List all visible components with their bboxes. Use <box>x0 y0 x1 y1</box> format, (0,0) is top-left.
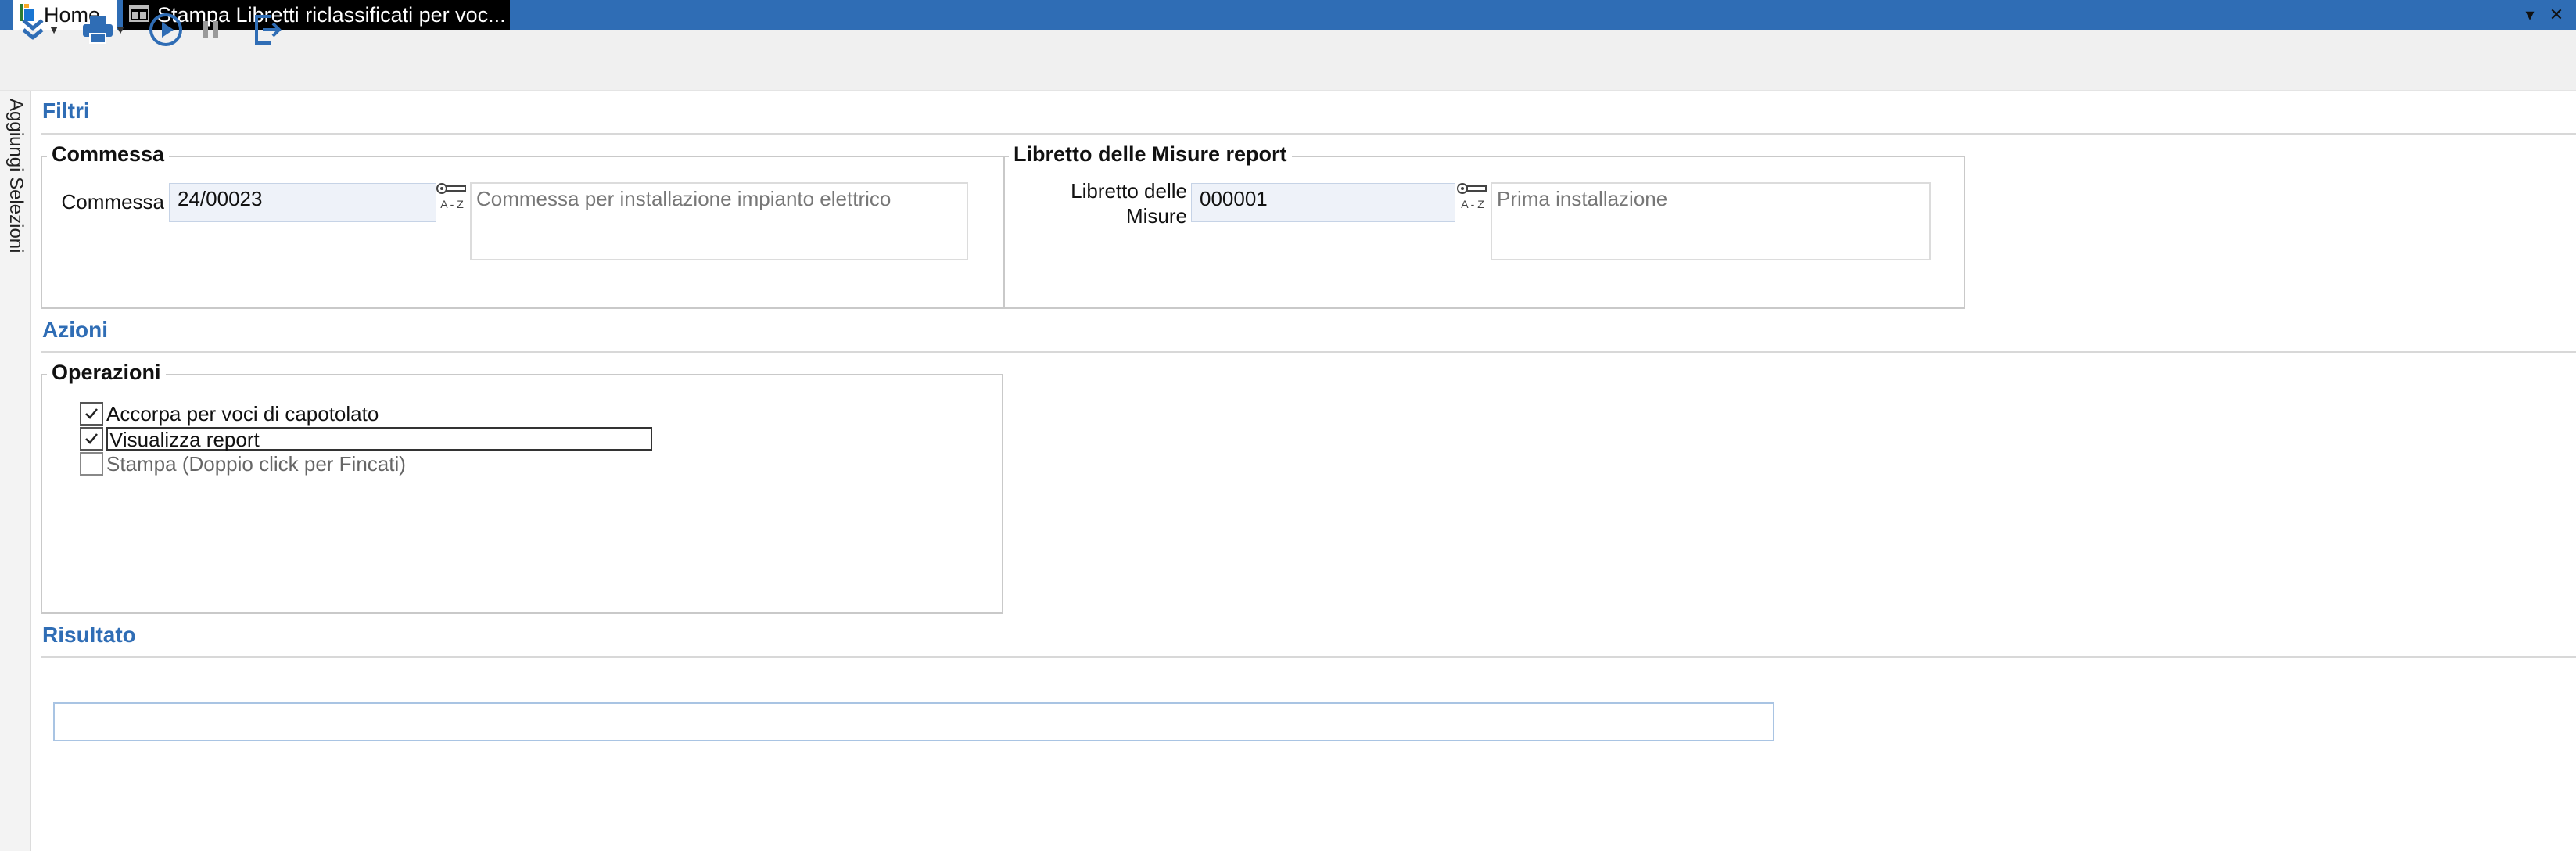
print-icon <box>83 16 113 44</box>
lookup-az-label: A - Z <box>1461 198 1484 210</box>
operazioni-group-title: Operazioni <box>47 361 166 385</box>
option-stampa[interactable]: Stampa (Doppio click per Fincati) <box>80 452 658 476</box>
libretto-label-line2: Misure <box>1125 204 1187 228</box>
risultato-field[interactable] <box>53 702 1774 741</box>
pause-button[interactable] <box>192 11 228 48</box>
commessa-label: Commessa <box>61 190 164 214</box>
print-button[interactable]: ▼ <box>74 11 133 48</box>
option-visualizza-report[interactable]: Visualizza report <box>80 427 652 451</box>
visualizza-checkbox[interactable] <box>80 427 103 451</box>
pause-icon <box>203 21 218 38</box>
chevron-down-icon: ▾ <box>2525 5 2535 24</box>
libretto-label: Libretto delle Misure <box>1040 178 1187 228</box>
lookup-key-icon[interactable]: A - Z <box>1454 181 1491 217</box>
libretto-description: Prima installazione <box>1491 182 1931 260</box>
libretto-group-title: Libretto delle Misure report <box>1009 142 1292 167</box>
stampa-label: Stampa (Doppio click per Fincati) <box>106 451 406 476</box>
exit-icon <box>255 15 282 45</box>
play-icon <box>149 13 182 46</box>
exit-button[interactable] <box>247 11 288 48</box>
check-icon <box>85 408 98 419</box>
libretto-input[interactable]: 000001 <box>1191 183 1455 222</box>
commessa-description: Commessa per installazione impianto elet… <box>470 182 968 260</box>
section-filtri-title: Filtri <box>42 99 90 123</box>
lookup-az-label: A - Z <box>440 198 464 210</box>
section-divider <box>41 133 2576 135</box>
toolbar <box>0 30 2576 91</box>
run-button[interactable] <box>145 11 186 48</box>
caret-down-icon: ▼ <box>115 23 126 36</box>
option-accorpa[interactable]: Accorpa per voci di capotolato <box>80 402 658 426</box>
expand-icon <box>22 19 44 40</box>
section-divider <box>41 656 2576 658</box>
caret-down-icon: ▼ <box>48 23 59 36</box>
section-risultato-title: Risultato <box>42 623 136 647</box>
section-azioni-title: Azioni <box>42 318 108 342</box>
close-window-button[interactable]: ✕ <box>2543 0 2570 30</box>
section-divider <box>41 351 2576 353</box>
libretto-label-line1: Libretto delle <box>1071 179 1187 203</box>
accorpa-label: Accorpa per voci di capotolato <box>106 401 379 426</box>
commessa-input[interactable]: 24/00023 <box>169 183 436 222</box>
aggiungi-selezioni-tab[interactable]: Aggiungi Selezioni <box>5 99 27 255</box>
dropdown-window-button[interactable]: ▾ <box>2517 0 2543 30</box>
accorpa-checkbox[interactable] <box>80 402 103 426</box>
check-icon <box>85 433 98 444</box>
stampa-checkbox[interactable] <box>80 452 103 476</box>
close-icon: ✕ <box>2549 5 2564 24</box>
visualizza-label: Visualizza report <box>106 427 652 451</box>
lookup-key-icon[interactable]: A - Z <box>433 181 471 217</box>
expand-button[interactable]: ▼ <box>11 11 66 48</box>
commessa-group-title: Commessa <box>47 142 170 167</box>
